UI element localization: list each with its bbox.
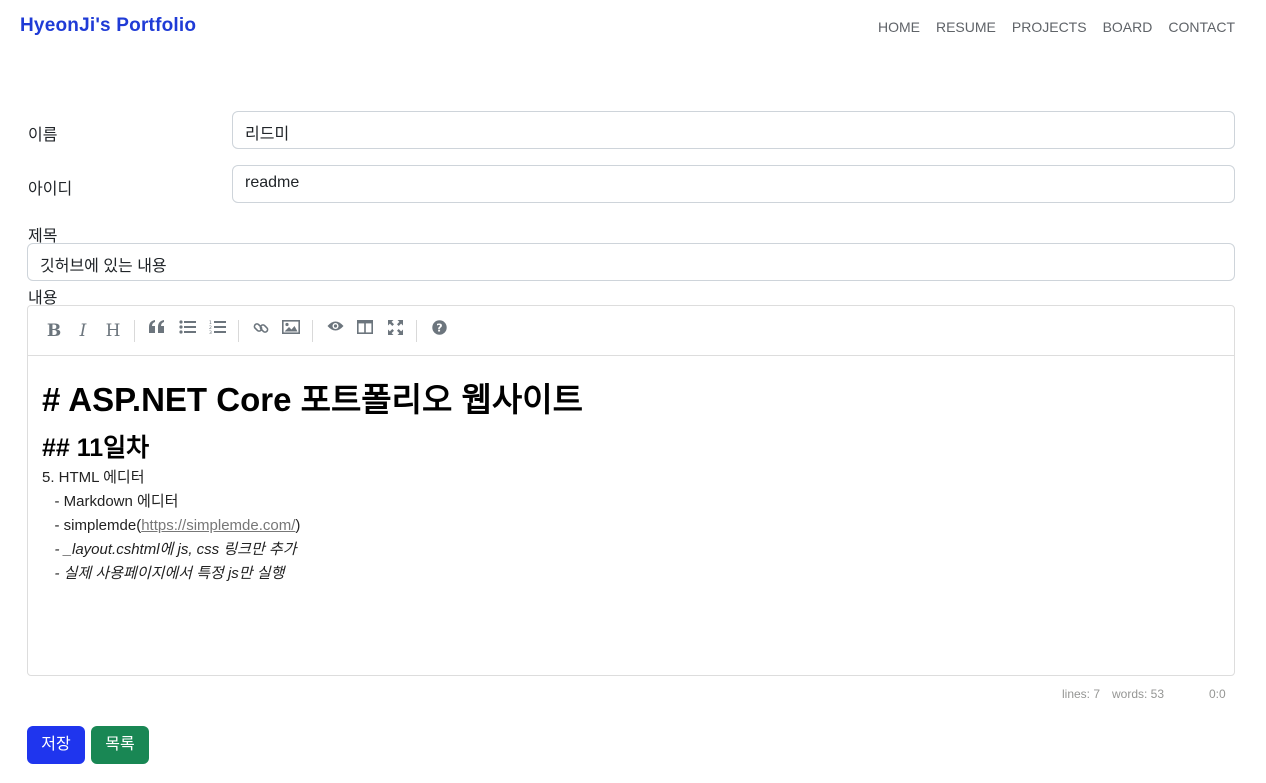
nav-home[interactable]: HOME — [878, 19, 920, 35]
editor-heading-2: ## 11일차 — [42, 434, 150, 462]
cursor-position: 0:0 — [1209, 687, 1226, 701]
toolbar-separator — [134, 320, 135, 342]
title-input[interactable]: 깃허브에 있는 내용 — [27, 243, 1235, 281]
quote-icon[interactable] — [145, 320, 169, 342]
help-icon[interactable]: ? — [427, 320, 451, 342]
ordered-list-icon[interactable]: 123 — [205, 320, 229, 342]
toolbar-separator — [312, 320, 313, 342]
editor-line: - simplemde(https://simplemde.com/) — [42, 514, 1224, 538]
list-button[interactable]: 목록 — [91, 726, 149, 764]
words-count: words: 53 — [1112, 687, 1165, 701]
svg-text:3: 3 — [209, 330, 212, 335]
image-icon[interactable] — [279, 320, 303, 342]
markdown-editor: B I H 123 ? # ASP.NET Core 포트폴리오 웹사이트 ##… — [27, 305, 1235, 676]
navbar: HyeonJi's Portfolio HOME RESUME PROJECTS… — [0, 0, 1266, 56]
side-by-side-icon[interactable] — [353, 320, 377, 342]
id-label: 아이디 — [28, 181, 73, 198]
nav-contact[interactable]: CONTACT — [1168, 19, 1235, 35]
nav-projects[interactable]: PROJECTS — [1012, 19, 1087, 35]
editor-content[interactable]: # ASP.NET Core 포트폴리오 웹사이트 ## 11일차 5. HTM… — [42, 376, 1224, 586]
bold-icon[interactable]: B — [42, 320, 66, 342]
toolbar-separator — [416, 320, 417, 342]
nav-links: HOME RESUME PROJECTS BOARD CONTACT — [878, 19, 1235, 35]
id-input[interactable]: readme — [232, 165, 1235, 203]
name-label: 이름 — [28, 127, 58, 144]
toolbar-separator — [238, 320, 239, 342]
link-icon[interactable] — [249, 320, 273, 342]
editor-line: - Markdown 에디터 — [42, 493, 179, 510]
editor-line-text: ) — [295, 517, 301, 534]
nav-board[interactable]: BOARD — [1103, 19, 1153, 35]
preview-icon[interactable] — [323, 320, 347, 342]
brand-logo[interactable]: HyeonJi's Portfolio — [20, 15, 196, 37]
editor-line-text: - simplemde( — [42, 517, 142, 534]
simplemde-link[interactable]: https://simplemde.com/ — [141, 517, 295, 534]
svg-text:?: ? — [436, 322, 442, 335]
save-button[interactable]: 저장 — [27, 726, 85, 764]
name-input[interactable]: 리드미 — [232, 111, 1235, 149]
fullscreen-icon[interactable] — [383, 320, 407, 342]
italic-icon[interactable]: I — [71, 320, 95, 342]
lines-count: lines: 7 — [1062, 687, 1101, 701]
editor-line: - _layout.cshtml에 js, css 링크만 추가 — [42, 541, 297, 558]
editor-line: - 실제 사용페이지에서 특정 js만 실행 — [42, 565, 285, 582]
unordered-list-icon[interactable] — [175, 320, 199, 342]
heading-icon[interactable]: H — [101, 320, 125, 342]
editor-line: 5. HTML 에디터 — [42, 469, 145, 486]
editor-heading-1: # ASP.NET Core 포트폴리오 웹사이트 — [42, 381, 583, 418]
nav-resume[interactable]: RESUME — [936, 19, 996, 35]
editor-toolbar: B I H 123 ? — [28, 306, 1234, 356]
